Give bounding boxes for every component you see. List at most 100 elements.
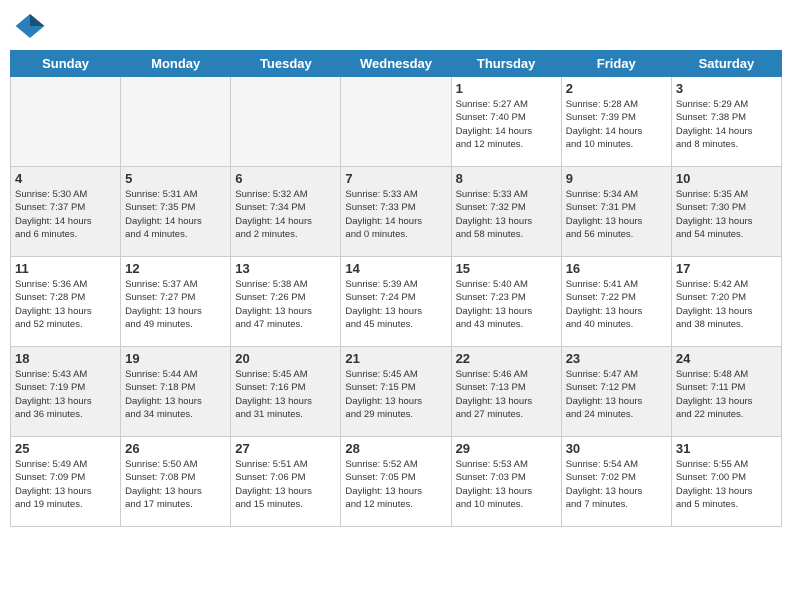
calendar-cell: 28Sunrise: 5:52 AM Sunset: 7:05 PM Dayli…	[341, 437, 451, 527]
day-number: 3	[676, 81, 777, 96]
day-number: 31	[676, 441, 777, 456]
calendar-cell: 18Sunrise: 5:43 AM Sunset: 7:19 PM Dayli…	[11, 347, 121, 437]
calendar-cell: 3 Sunrise: 5:29 AM Sunset: 7:38 PM Daylig…	[671, 77, 781, 167]
day-info: Sunrise: 5:28 AM Sunset: 7:39 PM Dayligh…	[566, 98, 667, 151]
day-info: Sunrise: 5:45 AM Sunset: 7:15 PM Dayligh…	[345, 368, 446, 421]
day-number: 19	[125, 351, 226, 366]
day-info: Sunrise: 5:33 AM Sunset: 7:33 PM Dayligh…	[345, 188, 446, 241]
day-info: Sunrise: 5:34 AM Sunset: 7:31 PM Dayligh…	[566, 188, 667, 241]
calendar-cell: 24 Sunrise: 5:48 AM Sunset: 7:11 PM Dayli…	[671, 347, 781, 437]
day-info: Sunrise: 5:45 AM Sunset: 7:16 PM Dayligh…	[235, 368, 336, 421]
calendar-cell: 9 Sunrise: 5:34 AM Sunset: 7:31 PM Daylig…	[561, 167, 671, 257]
calendar-cell: 23 Sunrise: 5:47 AM Sunset: 7:12 PM Dayli…	[561, 347, 671, 437]
day-number: 16	[566, 261, 667, 276]
day-number: 13	[235, 261, 336, 276]
day-number: 8	[456, 171, 557, 186]
calendar-cell	[121, 77, 231, 167]
day-info: Sunrise: 5:50 AM Sunset: 7:08 PM Dayligh…	[125, 458, 226, 511]
calendar-cell: 13 Sunrise: 5:38 AM Sunset: 7:26 PM Dayli…	[231, 257, 341, 347]
weekday-header-monday: Monday	[121, 51, 231, 77]
calendar-cell: 25Sunrise: 5:49 AM Sunset: 7:09 PM Dayli…	[11, 437, 121, 527]
day-number: 5	[125, 171, 226, 186]
day-info: Sunrise: 5:37 AM Sunset: 7:27 PM Dayligh…	[125, 278, 226, 331]
day-info: Sunrise: 5:31 AM Sunset: 7:35 PM Dayligh…	[125, 188, 226, 241]
calendar-cell: 8 Sunrise: 5:33 AM Sunset: 7:32 PM Daylig…	[451, 167, 561, 257]
day-number: 15	[456, 261, 557, 276]
calendar-cell: 27Sunrise: 5:51 AM Sunset: 7:06 PM Dayli…	[231, 437, 341, 527]
calendar-cell	[231, 77, 341, 167]
weekday-header-tuesday: Tuesday	[231, 51, 341, 77]
calendar-week-row: 18Sunrise: 5:43 AM Sunset: 7:19 PM Dayli…	[11, 347, 782, 437]
day-number: 26	[125, 441, 226, 456]
day-info: Sunrise: 5:27 AM Sunset: 7:40 PM Dayligh…	[456, 98, 557, 151]
day-number: 11	[15, 261, 116, 276]
calendar-table: SundayMondayTuesdayWednesdayThursdayFrid…	[10, 50, 782, 527]
day-info: Sunrise: 5:53 AM Sunset: 7:03 PM Dayligh…	[456, 458, 557, 511]
day-number: 10	[676, 171, 777, 186]
calendar-week-row: 25Sunrise: 5:49 AM Sunset: 7:09 PM Dayli…	[11, 437, 782, 527]
day-info: Sunrise: 5:38 AM Sunset: 7:26 PM Dayligh…	[235, 278, 336, 331]
calendar-cell	[341, 77, 451, 167]
weekday-header-saturday: Saturday	[671, 51, 781, 77]
day-info: Sunrise: 5:43 AM Sunset: 7:19 PM Dayligh…	[15, 368, 116, 421]
day-info: Sunrise: 5:39 AM Sunset: 7:24 PM Dayligh…	[345, 278, 446, 331]
day-number: 17	[676, 261, 777, 276]
day-number: 4	[15, 171, 116, 186]
day-info: Sunrise: 5:49 AM Sunset: 7:09 PM Dayligh…	[15, 458, 116, 511]
calendar-cell: 5 Sunrise: 5:31 AM Sunset: 7:35 PM Daylig…	[121, 167, 231, 257]
day-number: 30	[566, 441, 667, 456]
day-number: 12	[125, 261, 226, 276]
day-number: 6	[235, 171, 336, 186]
day-info: Sunrise: 5:41 AM Sunset: 7:22 PM Dayligh…	[566, 278, 667, 331]
day-info: Sunrise: 5:44 AM Sunset: 7:18 PM Dayligh…	[125, 368, 226, 421]
day-number: 1	[456, 81, 557, 96]
day-number: 27	[235, 441, 336, 456]
calendar-cell: 12 Sunrise: 5:37 AM Sunset: 7:27 PM Dayli…	[121, 257, 231, 347]
day-number: 22	[456, 351, 557, 366]
calendar-week-row: 1 Sunrise: 5:27 AM Sunset: 7:40 PM Daylig…	[11, 77, 782, 167]
calendar-cell: 29 Sunrise: 5:53 AM Sunset: 7:03 PM Dayli…	[451, 437, 561, 527]
calendar-cell: 20Sunrise: 5:45 AM Sunset: 7:16 PM Dayli…	[231, 347, 341, 437]
calendar-cell: 10 Sunrise: 5:35 AM Sunset: 7:30 PM Dayli…	[671, 167, 781, 257]
calendar-cell: 11Sunrise: 5:36 AM Sunset: 7:28 PM Dayli…	[11, 257, 121, 347]
calendar-cell: 1 Sunrise: 5:27 AM Sunset: 7:40 PM Daylig…	[451, 77, 561, 167]
calendar-cell: 4 Sunrise: 5:30 AM Sunset: 7:37 PM Daylig…	[11, 167, 121, 257]
weekday-header-sunday: Sunday	[11, 51, 121, 77]
day-info: Sunrise: 5:33 AM Sunset: 7:32 PM Dayligh…	[456, 188, 557, 241]
day-number: 9	[566, 171, 667, 186]
day-info: Sunrise: 5:29 AM Sunset: 7:38 PM Dayligh…	[676, 98, 777, 151]
calendar-cell: 2Sunrise: 5:28 AM Sunset: 7:39 PM Daylig…	[561, 77, 671, 167]
calendar-cell: 30 Sunrise: 5:54 AM Sunset: 7:02 PM Dayli…	[561, 437, 671, 527]
logo-icon	[14, 10, 46, 42]
day-info: Sunrise: 5:35 AM Sunset: 7:30 PM Dayligh…	[676, 188, 777, 241]
day-info: Sunrise: 5:30 AM Sunset: 7:37 PM Dayligh…	[15, 188, 116, 241]
weekday-header-wednesday: Wednesday	[341, 51, 451, 77]
day-info: Sunrise: 5:42 AM Sunset: 7:20 PM Dayligh…	[676, 278, 777, 331]
calendar-cell: 6 Sunrise: 5:32 AM Sunset: 7:34 PM Daylig…	[231, 167, 341, 257]
calendar-cell: 31 Sunrise: 5:55 AM Sunset: 7:00 PM Dayli…	[671, 437, 781, 527]
day-number: 28	[345, 441, 446, 456]
calendar-cell: 26 Sunrise: 5:50 AM Sunset: 7:08 PM Dayli…	[121, 437, 231, 527]
day-info: Sunrise: 5:47 AM Sunset: 7:12 PM Dayligh…	[566, 368, 667, 421]
day-info: Sunrise: 5:32 AM Sunset: 7:34 PM Dayligh…	[235, 188, 336, 241]
day-number: 24	[676, 351, 777, 366]
calendar-week-row: 11Sunrise: 5:36 AM Sunset: 7:28 PM Dayli…	[11, 257, 782, 347]
calendar-cell: 19 Sunrise: 5:44 AM Sunset: 7:18 PM Dayli…	[121, 347, 231, 437]
day-info: Sunrise: 5:55 AM Sunset: 7:00 PM Dayligh…	[676, 458, 777, 511]
logo	[14, 10, 50, 42]
calendar-cell	[11, 77, 121, 167]
calendar-cell: 16 Sunrise: 5:41 AM Sunset: 7:22 PM Dayli…	[561, 257, 671, 347]
day-info: Sunrise: 5:54 AM Sunset: 7:02 PM Dayligh…	[566, 458, 667, 511]
day-number: 23	[566, 351, 667, 366]
calendar-cell: 17 Sunrise: 5:42 AM Sunset: 7:20 PM Dayli…	[671, 257, 781, 347]
day-info: Sunrise: 5:40 AM Sunset: 7:23 PM Dayligh…	[456, 278, 557, 331]
weekday-header-row: SundayMondayTuesdayWednesdayThursdayFrid…	[11, 51, 782, 77]
day-number: 14	[345, 261, 446, 276]
calendar-cell: 15 Sunrise: 5:40 AM Sunset: 7:23 PM Dayli…	[451, 257, 561, 347]
calendar-week-row: 4 Sunrise: 5:30 AM Sunset: 7:37 PM Daylig…	[11, 167, 782, 257]
calendar-cell: 7Sunrise: 5:33 AM Sunset: 7:33 PM Daylig…	[341, 167, 451, 257]
weekday-header-friday: Friday	[561, 51, 671, 77]
day-info: Sunrise: 5:48 AM Sunset: 7:11 PM Dayligh…	[676, 368, 777, 421]
day-number: 29	[456, 441, 557, 456]
calendar-cell: 21Sunrise: 5:45 AM Sunset: 7:15 PM Dayli…	[341, 347, 451, 437]
